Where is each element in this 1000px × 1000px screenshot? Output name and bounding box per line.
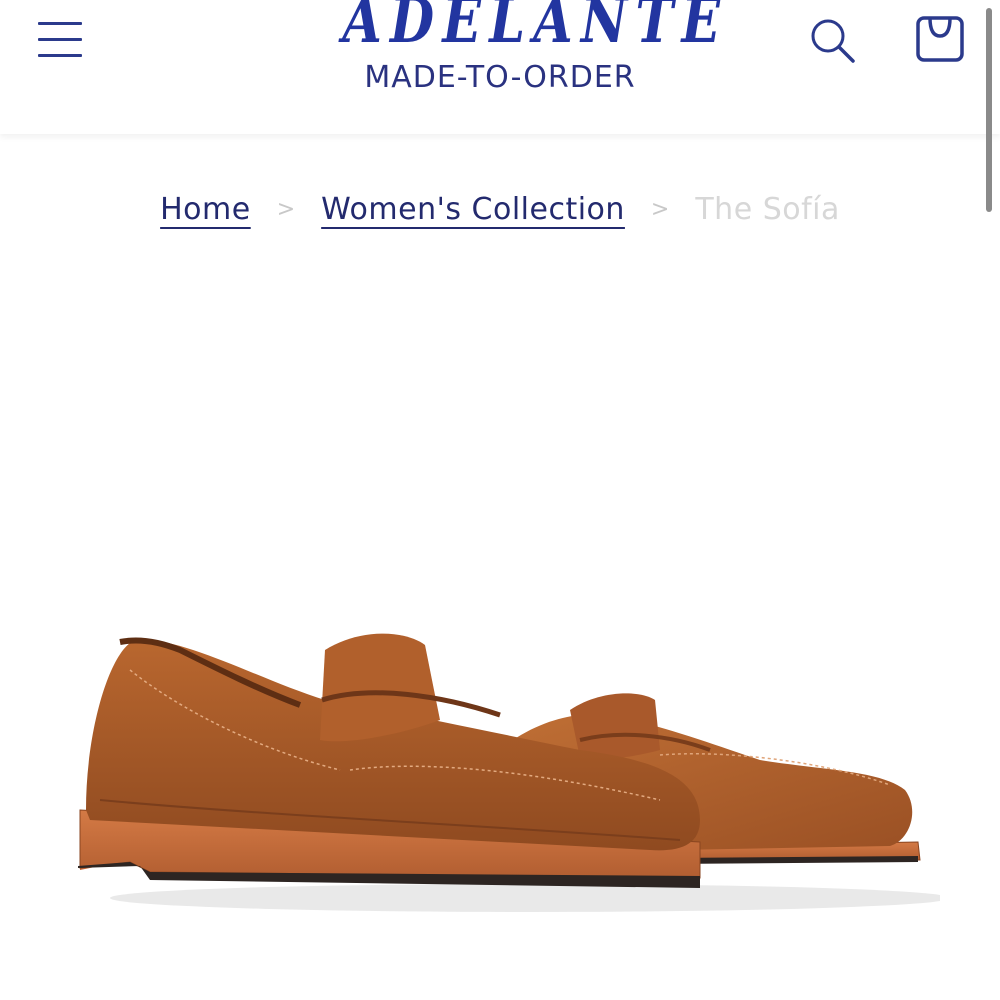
loafers-illustration [78, 633, 950, 912]
breadcrumb: Home > Women's Collection > The Sofía [0, 192, 1000, 227]
cart-button[interactable] [912, 12, 968, 66]
menu-button[interactable] [36, 14, 84, 62]
page-scrollbar[interactable] [986, 8, 992, 212]
breadcrumb-separator: > [276, 197, 296, 222]
site-header: ADELANTE MADE-TO-ORDER [0, 0, 1000, 134]
product-image[interactable] [60, 610, 950, 930]
brand-tagline: MADE-TO-ORDER [364, 60, 636, 95]
product-page: ADELANTE MADE-TO-ORDER Home > Women's Coll… [0, 0, 1000, 1000]
breadcrumb-current-page: The Sofía [695, 192, 840, 227]
search-icon [811, 19, 855, 63]
search-button[interactable] [806, 14, 860, 68]
shopping-bag-icon [916, 16, 964, 62]
brand-name: ADELANTE [342, 0, 729, 57]
breadcrumb-collection-link[interactable]: Women's Collection [321, 192, 625, 227]
brand-logo[interactable]: ADELANTE MADE-TO-ORDER [300, 0, 720, 95]
breadcrumb-home-link[interactable]: Home [160, 192, 251, 227]
breadcrumb-separator: > [650, 197, 670, 222]
